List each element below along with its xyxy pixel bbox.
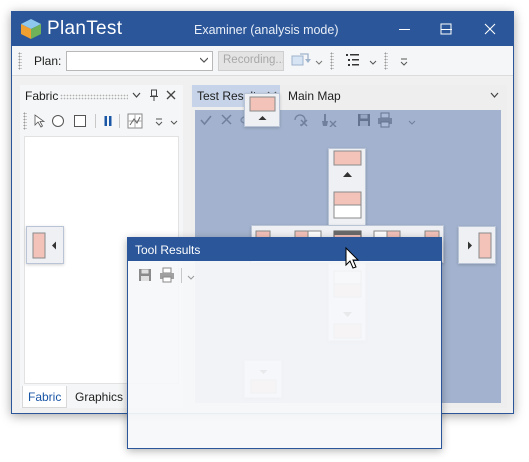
maximize-button[interactable]: [424, 12, 468, 46]
select-icon[interactable]: [33, 114, 45, 128]
toolbar-grip[interactable]: [18, 52, 22, 70]
maximize-icon: [440, 23, 452, 35]
fabric-panel-header[interactable]: Fabric: [20, 85, 183, 107]
dock-right-icon: [468, 232, 492, 259]
toolbar-grip[interactable]: [23, 112, 27, 130]
overflow-icon[interactable]: [400, 57, 408, 67]
close-button[interactable]: [468, 12, 512, 46]
fabric-panel-title: Fabric: [25, 89, 59, 103]
save-icon[interactable]: [138, 268, 152, 282]
document-tab-strip: Test Results Main Map: [190, 85, 507, 107]
close-icon[interactable]: [166, 90, 176, 100]
record-icon[interactable]: [290, 52, 312, 70]
tool-results-title[interactable]: Tool Results: [128, 238, 441, 261]
dropdown-arrow-icon[interactable]: [187, 274, 195, 282]
pause-icon[interactable]: [103, 114, 113, 128]
close-icon: [484, 23, 496, 35]
tab-graphics[interactable]: Graphics: [70, 386, 128, 408]
dock-guide-top[interactable]: [333, 150, 362, 219]
dock-guide-outer-top[interactable]: [244, 93, 280, 127]
dropdown-arrow-icon[interactable]: [170, 119, 178, 127]
pin-icon[interactable]: [149, 89, 159, 101]
toolbar-grip[interactable]: [384, 52, 388, 70]
list-icon[interactable]: [345, 52, 361, 68]
app-logo-cube-icon: [21, 19, 41, 39]
chevron-down-icon[interactable]: [132, 92, 141, 99]
plan-select[interactable]: [66, 51, 213, 71]
toolbar-separator: [95, 114, 96, 128]
tool-results-window[interactable]: Tool Results: [127, 237, 442, 449]
dropdown-arrow-icon[interactable]: [369, 59, 377, 67]
tab-main-map[interactable]: Main Map: [288, 89, 341, 103]
dock-top-icon: [249, 96, 276, 120]
dock-left-icon: [32, 232, 56, 259]
window-title: Examiner (analysis mode): [194, 23, 339, 37]
minimize-button[interactable]: [383, 12, 427, 46]
recording-button[interactable]: Recording...: [218, 51, 284, 71]
toolbar-separator: [181, 268, 182, 283]
dock-guide-outer-left[interactable]: [26, 226, 64, 264]
toolbar-grip[interactable]: [330, 52, 334, 70]
toolbar-separator: [119, 114, 120, 128]
circle-icon[interactable]: [51, 114, 65, 128]
panel-drag-handle[interactable]: [60, 94, 128, 100]
tab-fabric[interactable]: Fabric: [22, 386, 68, 408]
fabric-toolbar: [20, 109, 183, 133]
chevron-down-icon: [200, 57, 208, 63]
square-icon[interactable]: [73, 114, 87, 128]
grid-icon[interactable]: [127, 113, 143, 129]
mouse-cursor-icon: [345, 247, 360, 269]
app-name: PlanTest: [47, 18, 123, 39]
tool-results-toolbar: [128, 263, 441, 287]
dock-guide-outer-right[interactable]: [458, 226, 496, 264]
print-icon[interactable]: [159, 267, 175, 283]
dropdown-arrow-icon[interactable]: [315, 59, 323, 67]
minimize-icon: [399, 29, 410, 30]
plan-label: Plan:: [34, 54, 62, 68]
main-toolbar: Plan: Recording...: [12, 46, 513, 76]
overflow-icon[interactable]: [155, 117, 163, 127]
chevron-down-icon[interactable]: [490, 92, 499, 99]
